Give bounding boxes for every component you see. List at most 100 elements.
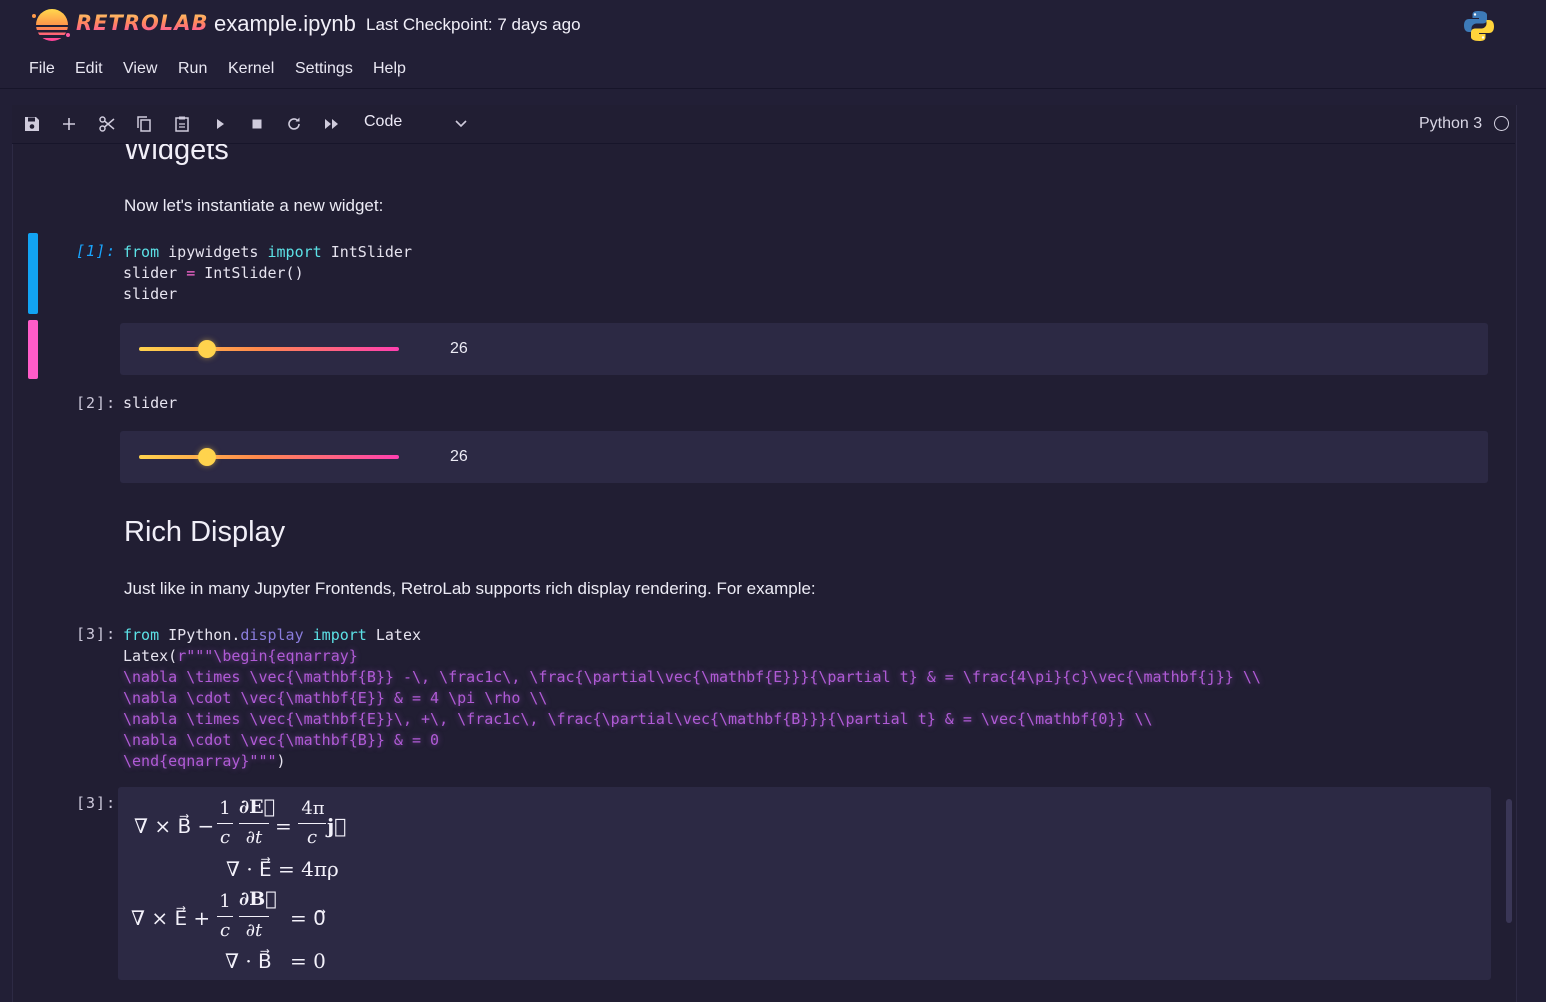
code-token: IPython.: [159, 626, 241, 644]
math-text: ∂t: [245, 827, 263, 848]
code-token: from: [123, 243, 160, 261]
stop-icon[interactable]: [247, 114, 267, 134]
chevron-down-icon: [455, 120, 467, 128]
fraction-bar: [217, 916, 233, 917]
add-cell-icon[interactable]: [59, 114, 79, 134]
slider-value: 26: [450, 340, 468, 357]
notebook-title[interactable]: example.ipynb: [214, 11, 356, 37]
latex-output: ∇ × B⃗ − 1 c ∂E⃗ ∂t = 4π c j⃗ ∇ · E⃗ = 4…: [118, 787, 1491, 980]
menu-bar: File Edit View Run Kernel Settings Help: [0, 52, 1546, 88]
copy-icon[interactable]: [134, 114, 154, 134]
math-text: ∂t: [245, 920, 263, 941]
restart-icon[interactable]: [284, 114, 304, 134]
math-text: c: [306, 827, 318, 848]
math-text: ∇ · E⃗: [226, 857, 272, 881]
slider-handle[interactable]: [197, 340, 216, 358]
code-token: ipywidgets: [159, 243, 268, 261]
math-text: = 4πρ: [278, 857, 339, 881]
notebook-toolbar: Code Python 3: [12, 105, 1515, 144]
code-string: \nabla \cdot \vec{\mathbf{E}} & = 4 \pi …: [123, 689, 548, 707]
menu-view[interactable]: View: [123, 60, 157, 78]
math-text: c: [219, 920, 231, 941]
fraction-bar: [239, 916, 269, 917]
code-cell-2[interactable]: slider: [123, 393, 177, 414]
menu-run[interactable]: Run: [178, 60, 207, 78]
code-token: from: [123, 626, 160, 644]
menu-kernel[interactable]: Kernel: [228, 60, 274, 78]
math-text: 1: [219, 891, 231, 912]
python-logo-icon: [1464, 11, 1494, 41]
slider-output-2: 26: [120, 431, 1488, 483]
math-text: =: [275, 814, 292, 838]
kernel-name[interactable]: Python 3: [1419, 115, 1482, 133]
rich-display-text: Just like in many Jupyter Frontends, Ret…: [124, 579, 816, 598]
code-token: import: [267, 243, 322, 261]
math-text: j⃗: [327, 814, 347, 838]
math-text: c: [219, 827, 231, 848]
input-prompt-3: [3]:: [76, 625, 117, 643]
input-prompt-2: [2]:: [76, 394, 117, 412]
slider-track[interactable]: [139, 455, 399, 459]
cell-type-select[interactable]: Code: [364, 113, 467, 135]
notebook-content[interactable]: Widgets Now let's instantiate a new widg…: [12, 143, 1515, 1002]
code-string: \nabla \times \vec{\mathbf{B}} -\, \frac…: [123, 668, 1261, 686]
brand-name: RETROLAB: [76, 11, 209, 35]
math-text: ∂E⃗: [239, 796, 276, 818]
math-text: 4π: [301, 798, 325, 819]
output-scrollbar[interactable]: [1506, 799, 1512, 923]
math-text: ∇ × B⃗ −: [134, 814, 215, 838]
top-bar: RETROLAB example.ipynb Last Checkpoint: …: [0, 0, 1546, 50]
menu-help[interactable]: Help: [373, 60, 406, 78]
math-text: ∂B⃗: [239, 888, 277, 910]
fraction-bar: [298, 823, 326, 824]
menu-file[interactable]: File: [29, 60, 55, 78]
code-string: \end{eqnarray}""": [123, 752, 277, 770]
output-prompt-3: [3]:: [76, 794, 117, 812]
code-token: IntSlider: [321, 243, 412, 261]
run-icon[interactable]: [210, 114, 230, 134]
run-all-icon[interactable]: [322, 114, 342, 134]
fraction-bar: [239, 823, 269, 824]
input-prompt-1: [1]:: [76, 242, 117, 260]
math-text: ∇ · B⃗: [225, 949, 272, 973]
last-checkpoint: Last Checkpoint: 7 days ago: [366, 15, 581, 34]
code-token: slider: [123, 264, 187, 282]
slider-track[interactable]: [139, 347, 399, 351]
widgets-text: Now let's instantiate a new widget:: [124, 196, 384, 215]
menu-settings[interactable]: Settings: [295, 60, 353, 78]
code-token: slider: [123, 285, 178, 303]
paste-icon[interactable]: [172, 114, 192, 134]
code-token: ): [276, 752, 286, 770]
kernel-status-icon: [1494, 116, 1509, 131]
code-string: r"""\begin{eqnarray}: [177, 647, 358, 665]
widgets-heading: Widgets: [124, 143, 229, 166]
code-token: Latex(: [123, 647, 178, 665]
rich-display-heading: Rich Display: [124, 516, 286, 548]
slider-output-1: 26: [120, 323, 1488, 375]
retrolab-logo-icon[interactable]: [28, 5, 72, 45]
math-text: = 0⃗: [290, 906, 326, 930]
slider-handle[interactable]: [197, 448, 216, 466]
code-token: =: [186, 264, 196, 282]
active-cell-indicator: [28, 233, 38, 314]
code-cell-3[interactable]: from IPython.display import Latex Latex(…: [123, 625, 1261, 772]
header-divider: [0, 88, 1546, 89]
cell-type-value: Code: [364, 113, 403, 130]
code-string: \nabla \times \vec{\mathbf{E}}\, +\, \fr…: [123, 710, 1153, 728]
slider-value: 26: [450, 448, 468, 465]
save-icon[interactable]: [22, 114, 42, 134]
code-token: Latex: [366, 626, 422, 644]
code-cell-1[interactable]: from ipywidgets import IntSlider slider …: [123, 242, 412, 305]
fraction-bar: [217, 823, 233, 824]
code-token: import: [312, 626, 367, 644]
menu-edit[interactable]: Edit: [75, 60, 103, 78]
code-token: display: [240, 626, 304, 644]
math-text: ∇ × E⃗ +: [131, 906, 211, 930]
math-text: 1: [219, 798, 231, 819]
code-string: \nabla \cdot \vec{\mathbf{B}} & = 0: [123, 731, 440, 749]
code-token: IntSlider(): [195, 264, 304, 282]
cut-icon[interactable]: [97, 114, 117, 134]
math-text: = 0: [290, 949, 326, 973]
output-collapser[interactable]: [28, 320, 38, 379]
